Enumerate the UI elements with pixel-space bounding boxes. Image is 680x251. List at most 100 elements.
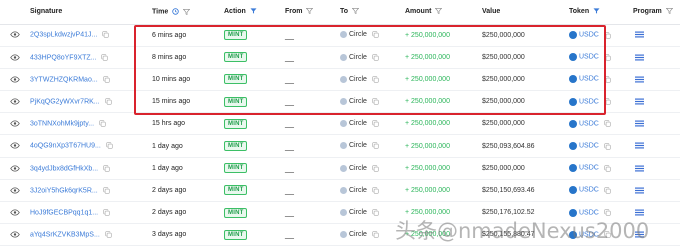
to-link[interactable]: Circle [349,231,367,238]
copy-icon[interactable] [372,31,379,39]
copy-icon[interactable] [604,231,611,238]
program-icon[interactable] [635,54,644,61]
signature-link[interactable]: HoJ9fGECBPqq1q1... [30,209,98,216]
to-link[interactable]: Circle [349,209,367,216]
token-link[interactable]: USDC [579,209,599,216]
to-link[interactable]: Circle [349,187,367,194]
time-text: 2 days ago [152,186,187,194]
eye-icon[interactable] [10,165,20,172]
filter-active-icon[interactable] [250,8,257,15]
token-link[interactable]: USDC [579,76,599,83]
token-link[interactable]: USDC [579,165,599,172]
signature-link[interactable]: 3q4ydJbx8dGfHkXb... [30,165,98,172]
copy-icon[interactable] [372,98,379,105]
header-time[interactable]: Time [148,0,220,25]
copy-icon[interactable] [372,120,379,127]
signature-link[interactable]: aYq4SrKZVKB3MpS... [30,231,100,238]
eye-icon[interactable] [10,54,20,61]
copy-icon[interactable] [604,31,611,39]
filter-icon[interactable] [183,8,191,15]
copy-icon[interactable] [103,187,110,194]
eye-icon[interactable] [10,209,20,216]
copy-icon[interactable] [604,165,611,172]
mint-badge: MINT [224,96,248,107]
copy-icon[interactable] [604,209,611,216]
token-link[interactable]: USDC [579,54,599,61]
table-row: 2Q3spLkdwzjvP41J... 6 mins ago MINT __ C… [0,24,680,47]
token-link[interactable]: USDC [579,98,599,105]
filter-icon[interactable] [352,8,359,15]
signature-link[interactable]: 2Q3spLkdwzjvP41J... [30,32,97,39]
signature-link[interactable]: PjKqQG2yWXvr7RK... [30,98,100,105]
program-icon[interactable] [635,76,644,83]
copy-icon[interactable] [372,187,379,194]
to-link[interactable]: Circle [349,31,367,38]
program-icon[interactable] [635,142,644,149]
filter-active-icon[interactable] [593,8,600,15]
program-icon[interactable] [635,120,644,127]
signature-link[interactable]: 3YTWZHZQKRMao... [30,76,98,83]
header-from[interactable]: From [281,0,336,25]
from-text: __ [285,230,294,240]
to-link[interactable]: Circle [349,120,367,127]
program-icon[interactable] [635,98,644,105]
header-token[interactable]: Token [565,0,629,25]
filter-icon[interactable] [435,8,443,15]
eye-icon[interactable] [10,76,20,83]
program-icon[interactable] [635,209,644,216]
copy-icon[interactable] [372,142,379,149]
copy-icon[interactable] [604,142,611,150]
header-amount[interactable]: Amount [401,0,478,25]
copy-icon[interactable] [372,209,379,216]
header-action[interactable]: Action [220,0,281,25]
copy-icon[interactable] [104,98,112,105]
program-icon[interactable] [635,31,644,38]
copy-icon[interactable] [99,120,106,127]
token-link[interactable]: USDC [579,120,599,127]
to-link[interactable]: Circle [349,142,367,149]
copy-icon[interactable] [103,76,110,83]
token-link[interactable]: USDC [579,143,599,150]
program-icon[interactable] [635,165,644,172]
eye-icon[interactable] [10,120,20,127]
copy-icon[interactable] [103,209,110,216]
signature-link[interactable]: 3J2oiY5hGk6qrK5R... [30,187,98,194]
copy-icon[interactable] [372,76,379,83]
token-link[interactable]: USDC [579,187,599,194]
program-icon[interactable] [635,231,644,238]
token-link[interactable]: USDC [579,32,599,39]
signature-link[interactable]: 4oQG9nXp3T67HU9... [30,143,101,150]
eye-icon[interactable] [10,31,20,38]
to-link[interactable]: Circle [349,54,367,61]
copy-icon[interactable] [604,98,611,105]
header-program[interactable]: Program [629,0,680,25]
copy-icon[interactable] [105,231,112,238]
copy-icon[interactable] [604,187,611,194]
copy-icon[interactable] [372,164,379,172]
copy-icon[interactable] [604,76,611,83]
eye-icon[interactable] [10,98,20,105]
token-link[interactable]: USDC [579,231,599,238]
copy-icon[interactable] [103,164,110,172]
eye-icon[interactable] [10,142,20,149]
copy-icon[interactable] [102,31,109,39]
copy-icon[interactable] [372,53,379,61]
copy-icon[interactable] [604,120,611,127]
table-row: 3YTWZHZQKRMao... 10 mins ago MINT __ Cir… [0,68,680,91]
copy-icon[interactable] [106,142,113,149]
to-link[interactable]: Circle [349,165,367,172]
copy-icon[interactable] [101,53,109,61]
clock-icon[interactable] [172,8,179,15]
filter-icon[interactable] [665,8,673,15]
filter-icon[interactable] [306,8,314,15]
to-link[interactable]: Circle [349,98,367,105]
signature-link[interactable]: 3oTNNXohMk9jpty... [30,121,94,128]
signature-link[interactable]: 433HPQ8oYF9XTZ... [30,54,97,61]
program-icon[interactable] [635,187,644,194]
eye-icon[interactable] [10,231,20,238]
copy-icon[interactable] [372,231,379,238]
copy-icon[interactable] [604,54,611,61]
to-link[interactable]: Circle [349,76,367,83]
header-to[interactable]: To [336,0,401,25]
eye-icon[interactable] [10,187,20,194]
